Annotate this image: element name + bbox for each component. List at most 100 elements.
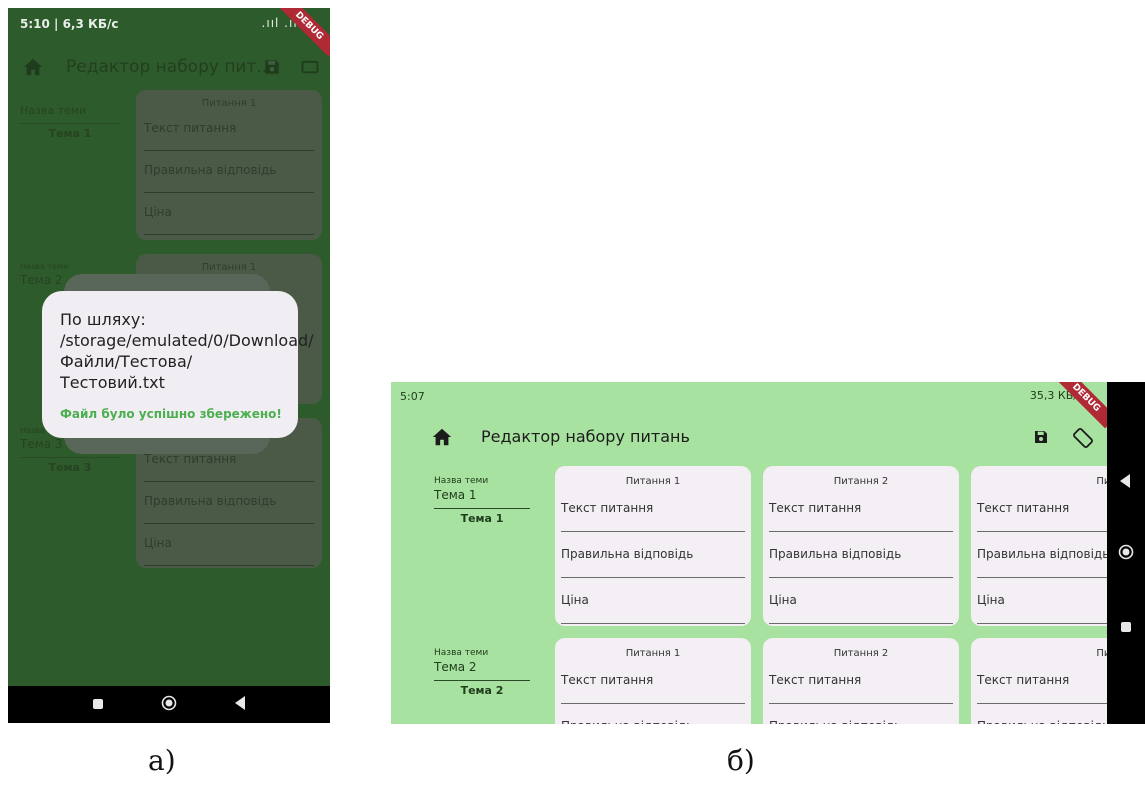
price-label: Ціна (561, 593, 589, 607)
status-bar: 5:07 35,3 КБ/с (391, 382, 1107, 408)
field-underline (769, 577, 953, 578)
back-nav-icon[interactable] (235, 696, 245, 710)
question-text-field[interactable]: Текст питання (136, 109, 322, 151)
correct-answer-field[interactable]: Правильна відповідь (763, 705, 959, 724)
question-text-field[interactable]: Текст питання (763, 487, 959, 533)
correct-answer-field[interactable]: Правильна відповідь (971, 533, 1107, 579)
screen-rotation-icon[interactable] (300, 58, 320, 76)
topic-block-1: Назва теми Тема 1 Тема 1 (434, 476, 530, 525)
field-underline (561, 531, 745, 532)
question-text-label: Текст питання (769, 673, 862, 687)
field-underline (561, 623, 745, 624)
question-text-field[interactable]: Текст питання (971, 659, 1107, 705)
status-bar: 5:10 | 6,3 КБ/с .ııl .ııl (8, 8, 330, 42)
correct-answer-field[interactable]: Правильна відповідь (971, 705, 1107, 724)
topic-label: Назва теми (20, 262, 69, 271)
page-title: Редактор набору пит... (66, 57, 273, 77)
question-card: Питання 1 Текст питання Правильна відпов… (555, 638, 751, 724)
correct-answer-field[interactable]: Правильна відповідь (555, 705, 751, 724)
back-nav-icon[interactable] (1120, 474, 1130, 488)
home-nav-icon[interactable] (161, 695, 177, 711)
question-card-header: Питання 3 (1096, 476, 1107, 487)
dialog-message: По шляху: /storage/emulated/0/Download/Ф… (60, 310, 314, 392)
question-text-label: Текст питання (561, 501, 654, 515)
recents-nav-icon[interactable] (1121, 622, 1131, 632)
question-text-field[interactable]: Текст питання (555, 487, 751, 533)
correct-answer-field[interactable]: Правильна відповідь (136, 151, 322, 193)
question-text-field[interactable]: Текст питання (763, 659, 959, 705)
save-icon[interactable] (263, 58, 281, 76)
divider (434, 680, 530, 681)
field-underline (769, 703, 953, 704)
topic-value[interactable]: Тема 1 (434, 488, 530, 502)
question-card: Питання 2 Текст питання Правильна відпов… (763, 466, 959, 626)
system-nav-bar (1107, 382, 1145, 724)
field-underline (977, 623, 1107, 624)
correct-answer-label: Правильна відповідь (561, 547, 694, 561)
field-underline (769, 623, 953, 624)
question-card-header: Питання 3 (1096, 648, 1107, 659)
topic-tab[interactable]: Тема 2 (434, 684, 530, 697)
correct-answer-field[interactable]: Правильна відповідь (555, 533, 751, 579)
caption-a: а) (148, 744, 176, 777)
correct-answer-field[interactable]: Правильна відповідь (763, 533, 959, 579)
question-card-header: Питання 1 (625, 648, 681, 659)
correct-answer-field[interactable]: Правильна відповідь (136, 482, 322, 524)
question-card-header: Питання 1 (201, 262, 257, 273)
field-underline (977, 703, 1107, 704)
phone-b-screen: 5:07 35,3 КБ/с DEBUG Редактор набору пит… (391, 382, 1145, 724)
topic-block-1: Назва теми Тема 1 (20, 104, 120, 140)
divider (20, 123, 120, 124)
divider (434, 508, 530, 509)
system-nav-bar (8, 686, 330, 723)
topic-tab[interactable]: Тема 1 (434, 512, 530, 525)
question-card-header: Питання 2 (833, 648, 889, 659)
topic-label: Назва теми (434, 648, 489, 658)
question-text-field[interactable]: Текст питання (555, 659, 751, 705)
correct-answer-label: Правильна відповідь (144, 163, 277, 177)
recents-nav-icon[interactable] (93, 699, 103, 709)
phone-a-screen: 5:10 | 6,3 КБ/с .ııl .ııl DEBUG Редактор… (8, 8, 330, 723)
field-underline (561, 577, 745, 578)
question-text-field[interactable]: Текст питання (971, 487, 1107, 533)
topic-label: Назва теми (434, 476, 489, 486)
correct-answer-label: Правильна відповідь (144, 494, 277, 508)
divider (20, 457, 120, 458)
topic-tab[interactable]: Тема 3 (20, 461, 120, 474)
status-time: 5:10 | 6,3 КБ/с (20, 17, 119, 31)
app-bar: Редактор набору питань (391, 412, 1107, 458)
price-field[interactable]: Ціна (763, 579, 959, 625)
price-field[interactable]: Ціна (136, 193, 322, 235)
field-underline (769, 531, 953, 532)
home-nav-icon[interactable] (1118, 544, 1134, 560)
home-icon[interactable] (431, 426, 453, 448)
price-field[interactable]: Ціна (555, 579, 751, 625)
screen-rotation-icon[interactable] (1071, 426, 1095, 450)
question-card: Питання 2 Текст питання Правильна відпов… (763, 638, 959, 724)
save-dialog[interactable]: По шляху: /storage/emulated/0/Download/Ф… (42, 291, 314, 438)
correct-answer-label: Правильна відповідь (561, 719, 693, 724)
correct-answer-label: Правильна відповідь (769, 719, 901, 724)
app-bar: Редактор набору пит... (8, 42, 330, 94)
question-card-header: Питання 2 (833, 476, 889, 487)
correct-answer-label: Правильна відповідь (977, 547, 1107, 561)
field-underline (561, 703, 745, 704)
question-text-label: Текст питання (977, 673, 1070, 687)
price-label: Ціна (769, 593, 797, 607)
question-card: Питання 3 Текст питання Правильна відпов… (971, 466, 1107, 626)
topic-tab[interactable]: Тема 1 (20, 127, 120, 140)
save-icon[interactable] (1033, 429, 1049, 445)
question-card: Питання 3 Текст питання Правильна відпов… (971, 638, 1107, 724)
price-field[interactable]: Ціна (136, 524, 322, 566)
question-text-label: Текст питання (144, 121, 237, 135)
question-text-label: Текст питання (561, 673, 654, 687)
field-underline (144, 565, 314, 566)
question-card: Питання 1 Текст питання Правильна відпов… (136, 90, 322, 240)
home-icon[interactable] (22, 56, 44, 78)
question-text-label: Текст питання (144, 452, 237, 466)
status-time: 5:07 (400, 390, 425, 403)
price-field[interactable]: Ціна (971, 579, 1107, 625)
field-underline (977, 577, 1107, 578)
topic-label: Назва теми (20, 104, 87, 117)
topic-value[interactable]: Тема 2 (434, 660, 530, 674)
